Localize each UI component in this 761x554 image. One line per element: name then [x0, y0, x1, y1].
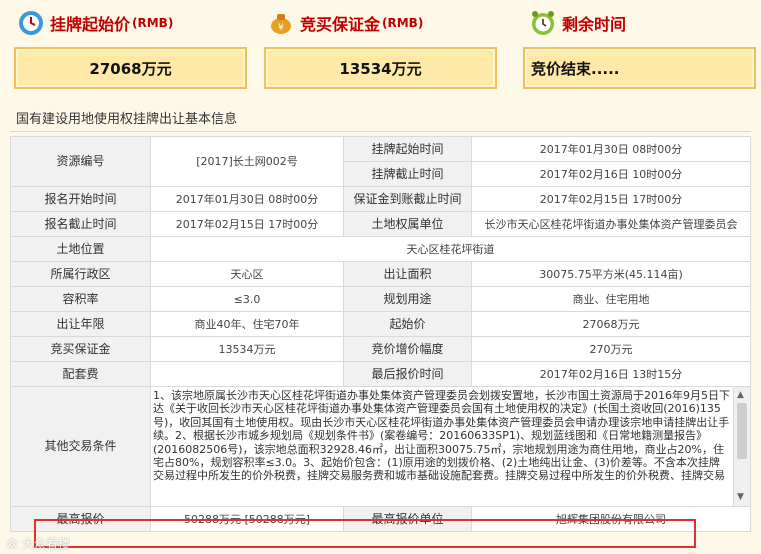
highest-bidder-value: 旭辉集团股份有限公司 [471, 506, 751, 532]
listing-end-label: 挂牌截止时间 [343, 161, 472, 187]
highest-bid-value: 50288万元 [50288万元] [150, 506, 344, 532]
other-conditions-label: 其他交易条件 [10, 386, 151, 507]
table-row: 报名截止时间 2017年02月15日 17时00分 土地权属单位 长沙市天心区桂… [10, 211, 751, 237]
increment-value: 270万元 [471, 336, 751, 362]
bid-deposit-label: 竞买保证金 [10, 336, 151, 362]
resource-no-value: [2017]长土网002号 [150, 136, 344, 187]
land-info-table: 资源编号 [2017]长土网002号 挂牌起始时间 2017年01月30日 08… [10, 136, 751, 532]
watermark: 众 大众看楼 [6, 537, 70, 551]
signup-end-value: 2017年02月15日 17时00分 [150, 211, 344, 237]
area-label: 出让面积 [343, 261, 472, 287]
svg-text:¥: ¥ [278, 23, 284, 33]
table-row: 最高报价 50288万元 [50288万元] 最高报价单位 旭辉集团股份有限公司 [10, 506, 751, 532]
remaining-time-header: 剩余时间 [530, 6, 626, 40]
table-row: 竞买保证金 13534万元 竞价增价幅度 270万元 [10, 336, 751, 362]
area-value: 30075.75平方米(45.114亩) [471, 261, 751, 287]
table-row: 出让年限 商业40年、住宅70年 起始价 27068万元 [10, 311, 751, 337]
last-quote-label: 最后报价时间 [343, 361, 472, 387]
signup-start-value: 2017年01月30日 08时00分 [150, 186, 344, 212]
start-price-value: 27068万元 [471, 311, 751, 337]
last-quote-value: 2017年02月16日 13时15分 [471, 361, 751, 387]
price-summary-bar: 挂牌起始价 (RMB) ¥ 竞买保证金 (RMB) 剩余时间 27068万元 1… [0, 0, 761, 98]
start-price-value-box: 27068万元 [14, 47, 247, 89]
usage-value: 商业、住宅用地 [471, 286, 751, 312]
scroll-up-icon[interactable]: ▲ [737, 389, 744, 402]
table-row: 土地位置 天心区桂花坪街道 [10, 236, 751, 262]
table-row: 配套费 最后报价时间 2017年02月16日 13时15分 [10, 361, 751, 387]
deposit-deadline-label: 保证金到账截止时间 [343, 186, 472, 212]
location-value: 天心区桂花坪街道 [150, 236, 751, 262]
district-value: 天心区 [150, 261, 344, 287]
table-row: 容积率 ≤3.0 规划用途 商业、住宅用地 [10, 286, 751, 312]
deposit-deadline-value: 2017年02月15日 17时00分 [471, 186, 751, 212]
section-divider [10, 131, 751, 132]
plot-ratio-value: ≤3.0 [150, 286, 344, 312]
other-conditions-cell[interactable]: 1、该宗地原属长沙市天心区桂花坪街道办事处集体资产管理委员会划拨安置地，长沙市国… [150, 386, 751, 507]
alarm-clock-icon [530, 10, 556, 36]
start-price-label: 起始价 [343, 311, 472, 337]
clock-coin-icon [18, 10, 44, 36]
deposit-value-box: 13534万元 [264, 47, 497, 89]
usage-label: 规划用途 [343, 286, 472, 312]
signup-start-label: 报名开始时间 [10, 186, 151, 212]
section-title: 国有建设用地使用权挂牌出让基本信息 [16, 112, 238, 127]
conditions-scrollbar[interactable]: ▲ ▼ [733, 387, 750, 506]
matching-fee-value [150, 361, 344, 387]
location-label: 土地位置 [10, 236, 151, 262]
table-row: 其他交易条件 1、该宗地原属长沙市天心区桂花坪街道办事处集体资产管理委员会划拨安… [10, 386, 751, 507]
listing-start-label: 挂牌起始时间 [343, 136, 472, 162]
scroll-thumb[interactable] [737, 403, 747, 459]
listing-start-value: 2017年01月30日 08时00分 [471, 136, 751, 162]
term-label: 出让年限 [10, 311, 151, 337]
resource-no-label: 资源编号 [10, 136, 151, 187]
highest-bidder-label: 最高报价单位 [343, 506, 472, 532]
other-conditions-text: 1、该宗地原属长沙市天心区桂花坪街道办事处集体资产管理委员会划拨安置地，长沙市国… [153, 389, 730, 483]
table-row: 报名开始时间 2017年01月30日 08时00分 保证金到账截止时间 2017… [10, 186, 751, 212]
term-value: 商业40年、住宅70年 [150, 311, 344, 337]
money-bag-icon: ¥ [268, 10, 294, 36]
district-label: 所属行政区 [10, 261, 151, 287]
signup-end-label: 报名截止时间 [10, 211, 151, 237]
table-row: 所属行政区 天心区 出让面积 30075.75平方米(45.114亩) [10, 261, 751, 287]
listing-end-value: 2017年02月16日 10时00分 [471, 161, 751, 187]
owner-label: 土地权属单位 [343, 211, 472, 237]
remaining-time-value-box: 竞价结束..... [523, 47, 756, 89]
bid-deposit-value: 13534万元 [150, 336, 344, 362]
start-price-header: 挂牌起始价 (RMB) [18, 6, 173, 40]
deposit-header: ¥ 竞买保证金 (RMB) [268, 6, 423, 40]
owner-value: 长沙市天心区桂花坪街道办事处集体资产管理委员会 [471, 211, 751, 237]
increment-label: 竞价增价幅度 [343, 336, 472, 362]
matching-fee-label: 配套费 [10, 361, 151, 387]
plot-ratio-label: 容积率 [10, 286, 151, 312]
highest-bid-label: 最高报价 [10, 506, 151, 532]
table-row: 资源编号 [2017]长土网002号 挂牌起始时间 2017年01月30日 08… [10, 136, 751, 187]
scroll-down-icon[interactable]: ▼ [737, 491, 744, 504]
